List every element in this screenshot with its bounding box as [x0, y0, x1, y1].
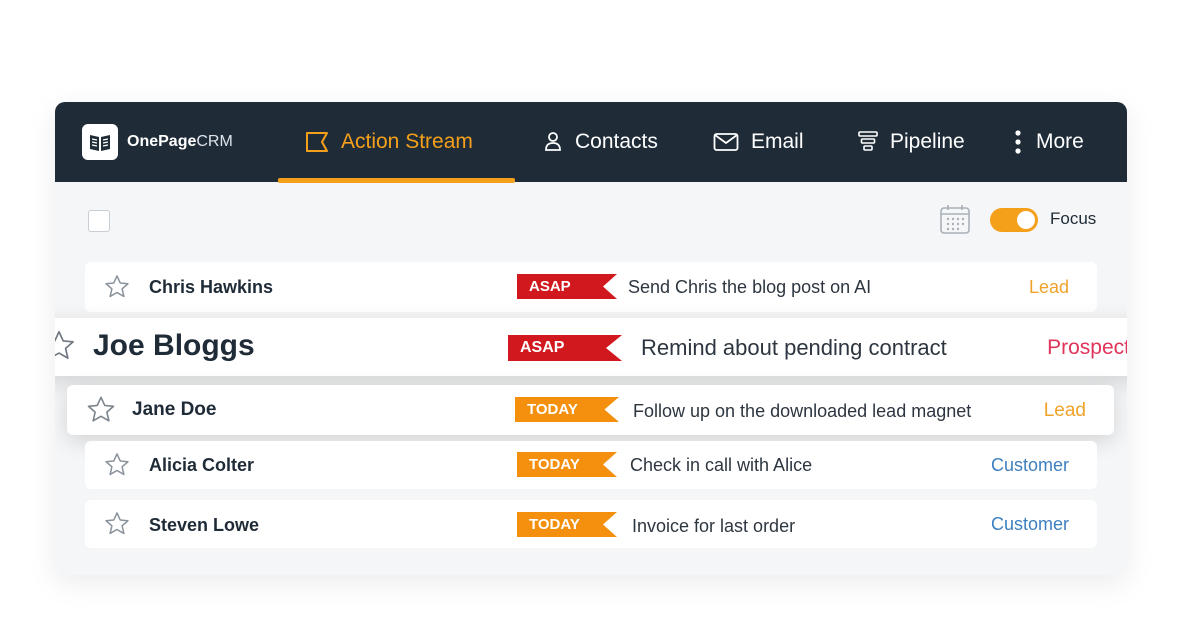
star-icon[interactable]: [103, 273, 131, 301]
contact-name[interactable]: Alicia Colter: [149, 455, 254, 476]
action-row[interactable]: Alicia Colter TODAY Check in call with A…: [85, 441, 1097, 489]
nav-contacts-label: Contacts: [575, 130, 658, 153]
nav-contacts[interactable]: Contacts: [543, 102, 658, 182]
contact-name[interactable]: Joe Bloggs: [93, 329, 255, 363]
brand-name: OnePageCRM: [127, 133, 233, 150]
focus-label: Focus: [1050, 209, 1097, 228]
top-navigation-bar: OnePageCRM Action Stream Contacts Email: [55, 102, 1127, 183]
logo-book-icon: [82, 124, 118, 160]
nav-email[interactable]: Email: [713, 102, 804, 182]
contact-status: Lead: [1043, 400, 1086, 421]
select-all-checkbox[interactable]: [88, 210, 110, 232]
action-row[interactable]: Chris Hawkins ASAP Send Chris the blog p…: [85, 262, 1097, 312]
priority-tag: TODAY: [515, 397, 619, 422]
priority-tag: TODAY: [517, 512, 617, 537]
next-action-text[interactable]: Remind about pending contract: [641, 335, 947, 361]
priority-tag: ASAP: [517, 274, 617, 299]
contact-name[interactable]: Chris Hawkins: [149, 277, 273, 298]
nav-more-label: More: [1036, 130, 1084, 153]
envelope-icon: [713, 133, 739, 151]
next-action-text[interactable]: Check in call with Alice: [630, 455, 812, 476]
next-action-text[interactable]: Follow up on the downloaded lead magnet: [633, 401, 971, 422]
focus-toggle[interactable]: [990, 208, 1038, 232]
onepagecrm-logo[interactable]: OnePageCRM: [82, 124, 233, 160]
calendar-icon[interactable]: [939, 203, 971, 235]
contact-name[interactable]: Steven Lowe: [149, 515, 259, 536]
nav-action-stream-label: Action Stream: [341, 130, 473, 153]
next-action-text[interactable]: Invoice for last order: [632, 516, 795, 537]
star-icon[interactable]: [103, 510, 131, 538]
contact-name[interactable]: Jane Doe: [132, 399, 216, 421]
action-row-highlighted[interactable]: Joe Bloggs ASAP Remind about pending con…: [55, 318, 1127, 376]
action-stream-icon: [306, 132, 328, 152]
active-tab-indicator: [278, 178, 515, 183]
nav-pipeline-label: Pipeline: [890, 130, 965, 153]
nav-pipeline[interactable]: Pipeline: [858, 102, 965, 182]
toggle-knob: [1017, 211, 1035, 229]
app-window: OnePageCRM Action Stream Contacts Email: [55, 102, 1127, 575]
contact-status: Prospect: [1047, 336, 1127, 359]
next-action-text[interactable]: Send Chris the blog post on AI: [628, 277, 871, 298]
star-icon[interactable]: [103, 451, 131, 479]
person-icon: [545, 132, 561, 151]
action-row-highlighted[interactable]: Jane Doe TODAY Follow up on the download…: [67, 385, 1114, 435]
priority-tag: TODAY: [517, 452, 617, 477]
nav-more[interactable]: More: [1012, 102, 1084, 182]
priority-tag: ASAP: [508, 335, 622, 361]
contact-status: Customer: [990, 514, 1069, 534]
vertical-dots-icon: [1015, 130, 1021, 154]
star-icon[interactable]: [85, 394, 117, 426]
nav-action-stream[interactable]: Action Stream: [305, 102, 473, 182]
nav-email-label: Email: [751, 130, 804, 153]
contact-status: Customer: [990, 455, 1069, 475]
action-row[interactable]: Steven Lowe TODAY Invoice for last order…: [85, 500, 1097, 548]
star-icon[interactable]: [55, 328, 77, 364]
funnel-icon: [858, 131, 878, 151]
contact-status: Lead: [1028, 277, 1069, 297]
